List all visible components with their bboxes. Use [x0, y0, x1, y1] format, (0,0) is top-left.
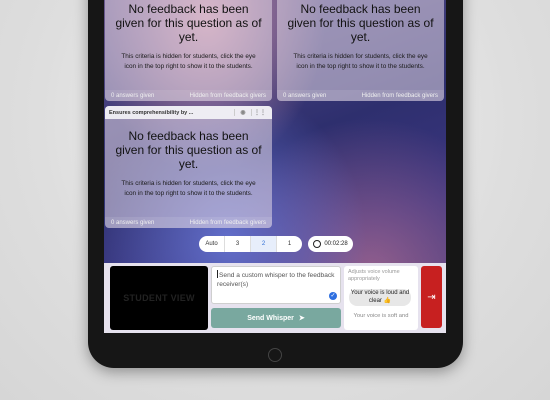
card-footer: 0 answers given Hidden from feedback giv…	[105, 90, 272, 101]
eye-icon[interactable]: ◉	[234, 109, 251, 116]
feedback-card: No feedback has been given for this ques…	[277, 0, 444, 101]
check-icon[interactable]: ✓	[329, 292, 337, 300]
feedback-card: No feedback has been given for this ques…	[105, 0, 272, 101]
hidden-hint-text: This criteria is hidden for students, cl…	[293, 53, 428, 70]
hidden-hint-text: This criteria is hidden for students, cl…	[121, 53, 256, 70]
answers-count: 0 answers given	[111, 92, 155, 99]
home-button[interactable]	[268, 348, 282, 362]
voice-soft-text[interactable]: Your voice is soft and	[344, 313, 418, 319]
no-feedback-text: No feedback has been given for this ques…	[287, 2, 434, 44]
text-caret	[217, 270, 218, 278]
drag-handle-icon[interactable]: ⋮⋮	[251, 109, 268, 116]
send-whisper-button[interactable]: Send Whisper ➤	[211, 308, 341, 328]
pager-1[interactable]: 1	[277, 236, 302, 252]
pager-2[interactable]: 2	[251, 236, 277, 252]
session-timer: 00:02:28	[308, 236, 353, 252]
card-title: Ensures comprehensibility by ...	[109, 109, 194, 116]
card-header: Ensures comprehensibility by ... ◉ ⋮⋮	[105, 106, 272, 119]
feedback-card: Ensures comprehensibility by ... ◉ ⋮⋮ No…	[105, 106, 272, 228]
voice-loud-text: Your voice is loud and clear	[350, 290, 410, 304]
hidden-status: Hidden from feedback givers	[189, 92, 266, 99]
whisper-input[interactable]: Send a custom whisper to the feedback re…	[211, 266, 341, 304]
student-view-label: STUDENT VIEW	[123, 293, 195, 303]
hidden-status: Hidden from feedback givers	[361, 92, 438, 99]
no-feedback-text: No feedback has been given for this ques…	[115, 2, 262, 44]
send-whisper-label: Send Whisper	[247, 314, 294, 322]
answers-count: 0 answers given	[283, 92, 327, 99]
paper-plane-icon: ➤	[298, 315, 305, 322]
whisper-placeholder: Send a custom whisper to the feedback re…	[217, 272, 335, 288]
pager-auto[interactable]: Auto	[199, 236, 225, 252]
voice-loud-chip[interactable]: Your voice is loud and clear 👍	[349, 289, 411, 306]
student-view-preview: STUDENT VIEW	[110, 266, 208, 330]
no-feedback-text: No feedback has been given for this ques…	[115, 129, 262, 171]
card-footer: 0 answers given Hidden from feedback giv…	[105, 217, 272, 228]
pager-3[interactable]: 3	[225, 236, 251, 252]
timer-value: 00:02:28	[324, 241, 348, 247]
exit-button[interactable]: ⇥	[421, 266, 442, 328]
thumbs-up-icon: 👍	[383, 297, 392, 304]
answers-count: 0 answers given	[111, 219, 155, 226]
hidden-status: Hidden from feedback givers	[189, 219, 266, 226]
layout-pager: Auto 3 2 1	[199, 236, 302, 252]
voice-hint: Adjusts voice volume appropriately	[348, 269, 400, 282]
card-footer: 0 answers given Hidden from feedback giv…	[277, 90, 444, 101]
clock-icon	[313, 240, 322, 248]
hidden-hint-text: This criteria is hidden for students, cl…	[121, 180, 256, 197]
exit-icon: ⇥	[427, 291, 436, 303]
